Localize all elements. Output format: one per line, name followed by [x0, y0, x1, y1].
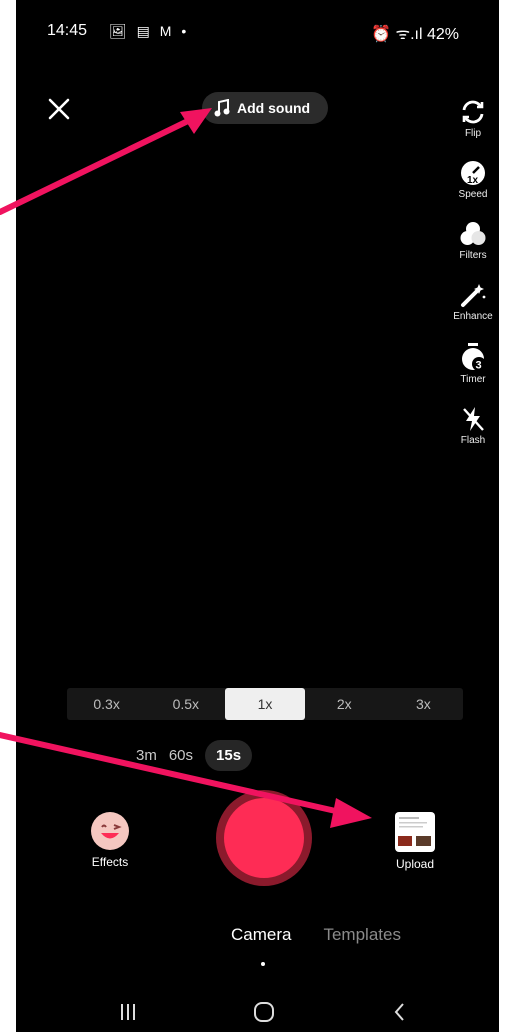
speed-option[interactable]: 2x	[305, 688, 384, 720]
tool-label: Enhance	[453, 311, 493, 322]
active-tab-indicator	[261, 962, 265, 966]
recent-apps-icon[interactable]	[116, 1000, 140, 1024]
upload-label: Upload	[395, 857, 435, 871]
tab-templates[interactable]: Templates	[323, 925, 400, 945]
add-sound-label: Add sound	[237, 100, 311, 116]
close-icon[interactable]	[46, 96, 72, 122]
mode-tabs: Camera Templates	[231, 925, 401, 945]
duration-selector: 3m 60s 15s	[136, 740, 253, 771]
back-icon[interactable]	[388, 1000, 412, 1024]
svg-text:3: 3	[476, 360, 482, 372]
upload-thumbnail	[395, 812, 435, 852]
status-time: 14:45	[47, 22, 88, 39]
speed-option[interactable]: 3x	[384, 688, 463, 720]
signal-icons: ⏰ ᯤ.ıl	[371, 26, 423, 43]
flip-icon	[462, 100, 484, 124]
tool-speed[interactable]: 1x Speed	[447, 159, 499, 200]
home-icon[interactable]	[252, 1000, 276, 1024]
record-button[interactable]	[224, 798, 304, 878]
tool-enhance[interactable]: Enhance	[447, 281, 499, 322]
camera-tools: Flip 1x Speed Filters Enhance 3 Timer Fl…	[447, 98, 499, 466]
duration-option-selected[interactable]: 15s	[205, 740, 253, 771]
tool-label: Flash	[460, 435, 486, 446]
tool-label: Filters	[459, 250, 487, 261]
effects-icon	[91, 812, 129, 850]
system-nav-bar	[16, 990, 499, 1032]
speed-option-selected[interactable]: 1x	[225, 688, 305, 720]
tool-filters[interactable]: Filters	[447, 220, 499, 261]
effects-button[interactable]: Effects	[86, 812, 134, 869]
speed-selector: 0.3x 0.5x 1x 2x 3x	[67, 688, 463, 720]
notification-icons: 🖼 ▤ M •	[109, 23, 190, 39]
tool-label: Timer	[460, 374, 486, 385]
duration-option[interactable]: 60s	[169, 747, 193, 764]
enhance-icon	[461, 284, 486, 307]
upload-button[interactable]: Upload	[390, 812, 440, 871]
phone-screen: 14:45 🖼 ▤ M • ⏰ ᯤ.ıl 42% Add sound Flip	[16, 0, 499, 1032]
status-right: ⏰ ᯤ.ıl 42%	[371, 22, 459, 44]
speed-option[interactable]: 0.5x	[146, 688, 225, 720]
record-button-ring[interactable]	[216, 790, 312, 886]
filters-icon	[460, 222, 486, 245]
tool-flip[interactable]: Flip	[447, 98, 499, 139]
effects-label: Effects	[91, 855, 129, 869]
speed-icon: 1x	[461, 161, 485, 186]
tool-label: Speed	[458, 189, 488, 200]
add-sound-button[interactable]: Add sound	[202, 92, 328, 124]
tool-flash[interactable]: Flash	[447, 405, 499, 446]
flash-icon	[463, 407, 484, 431]
battery-level: 42%	[426, 26, 459, 43]
music-note-icon	[214, 99, 230, 117]
svg-text:1x: 1x	[467, 175, 479, 186]
duration-option[interactable]: 3m	[136, 747, 157, 764]
speed-option[interactable]: 0.3x	[67, 688, 146, 720]
tab-camera[interactable]: Camera	[231, 925, 291, 945]
status-bar: 14:45 🖼 ▤ M • ⏰ ᯤ.ıl 42%	[47, 22, 459, 46]
tool-label: Flip	[464, 128, 482, 139]
tool-timer[interactable]: 3 Timer	[447, 342, 499, 385]
timer-icon: 3	[462, 343, 486, 372]
